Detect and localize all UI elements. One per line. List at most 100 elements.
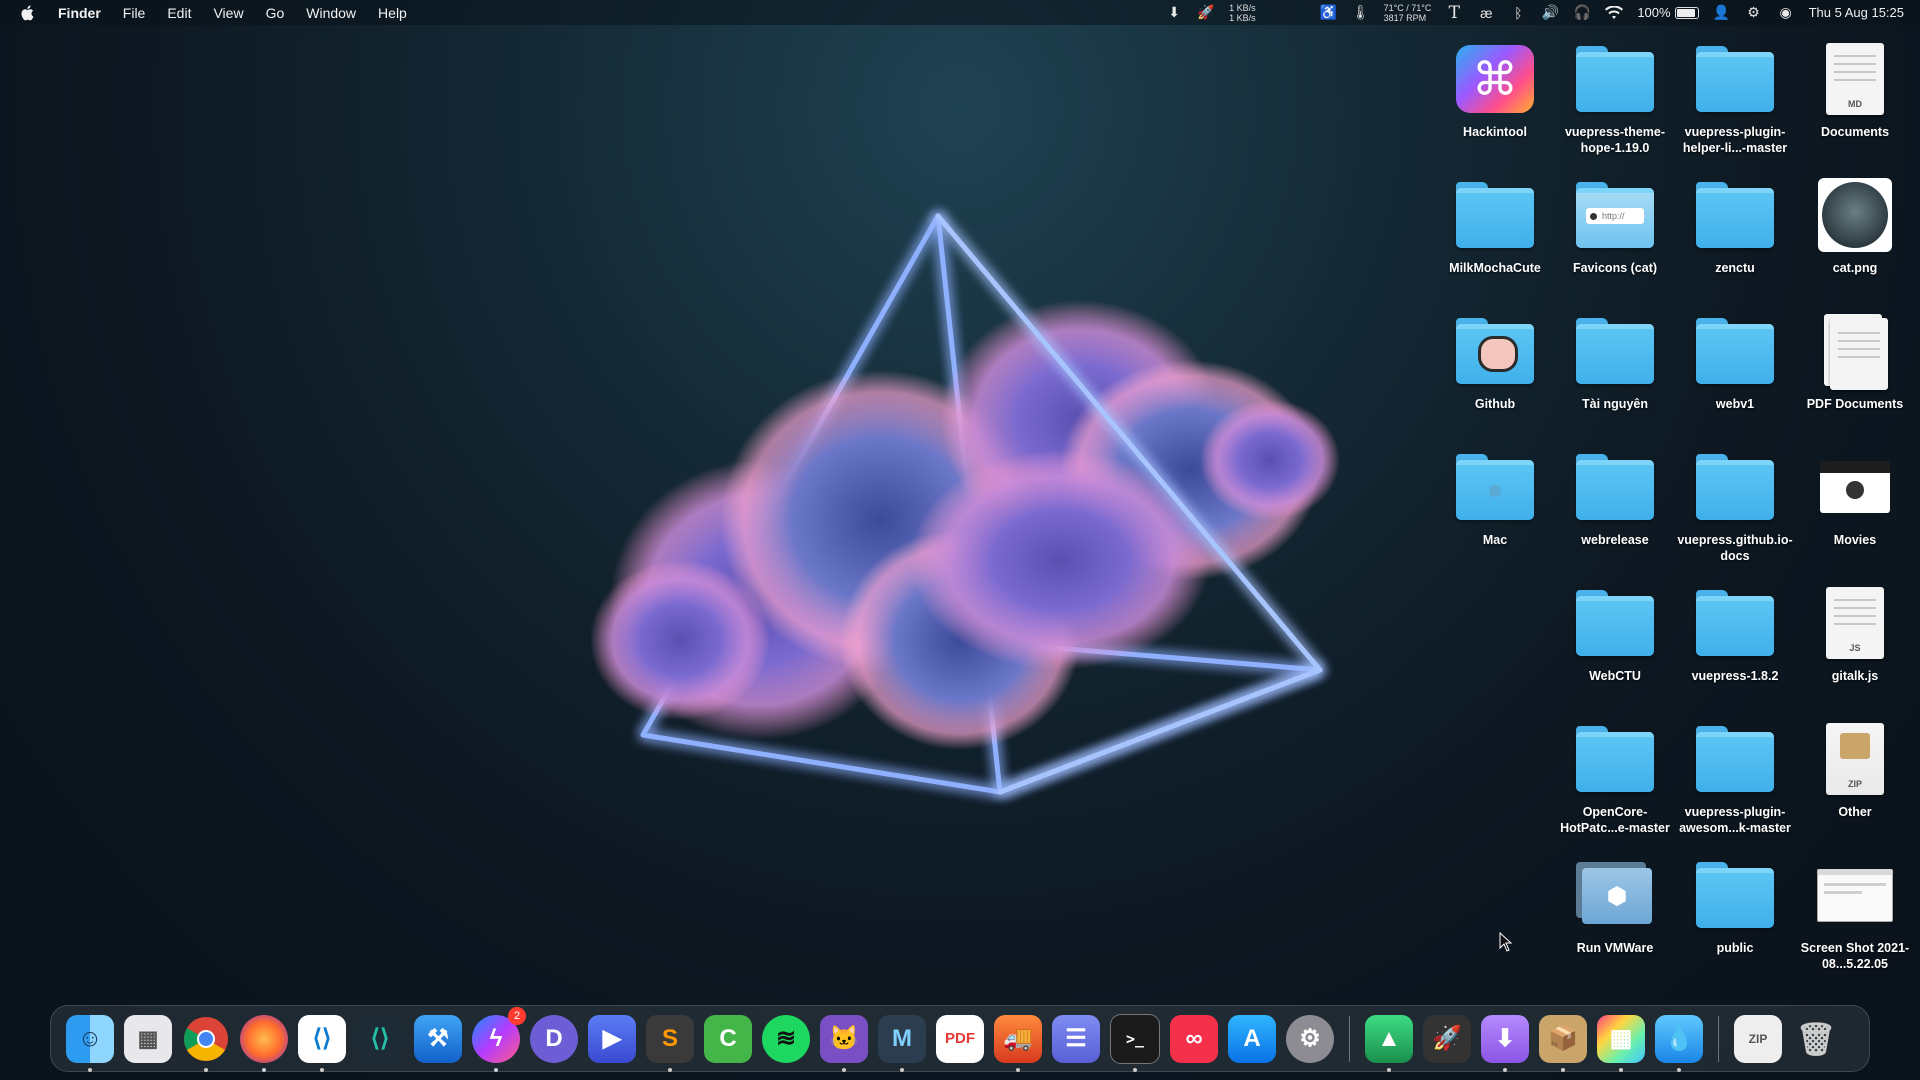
- desktop-item[interactable]: vuepress-plugin-awesom...k-master: [1675, 720, 1795, 836]
- infinity-app-icon[interactable]: ∞: [1170, 1014, 1218, 1063]
- desktop-item[interactable]: http:// Favicons (cat): [1555, 176, 1675, 276]
- file-type-tag: MD: [1848, 99, 1862, 109]
- desktop-item[interactable]: Screen Shot 2021-08...5.22.05: [1795, 856, 1915, 972]
- desktop-item-label: cat.png: [1832, 261, 1878, 275]
- menu-window[interactable]: Window: [306, 5, 356, 21]
- chrome-icon[interactable]: [182, 1015, 230, 1072]
- desktop-item-label: gitalk.js: [1831, 669, 1879, 683]
- desktop-item[interactable]: JS gitalk.js: [1795, 584, 1915, 684]
- input-source-icon[interactable]: æ: [1477, 5, 1495, 21]
- desktop-item[interactable]: public: [1675, 856, 1795, 956]
- rocket-typist-icon[interactable]: 🚀: [1423, 1014, 1471, 1063]
- desktop-item[interactable]: vuepress-theme-hope-1.19.0: [1555, 40, 1675, 156]
- infuse-player-icon[interactable]: ▶: [588, 1014, 636, 1063]
- launchpad-icon[interactable]: ▦: [124, 1014, 172, 1063]
- taska-list-icon[interactable]: ☰: [1052, 1014, 1100, 1063]
- sensor-monitor[interactable]: 71°C / 71°C 3817 RPM: [1384, 3, 1432, 23]
- desktop-item[interactable]: MilkMochaCute: [1435, 176, 1555, 276]
- apple-menu-icon[interactable]: [20, 4, 36, 22]
- archive-utility-icon[interactable]: 📦: [1539, 1014, 1587, 1072]
- desktop-item[interactable]: Tài nguyên: [1555, 312, 1675, 412]
- menu-view[interactable]: View: [213, 5, 243, 21]
- app-store-icon[interactable]: A: [1228, 1014, 1276, 1063]
- markdown-document-icon: MD: [1816, 40, 1894, 118]
- system-preferences-icon[interactable]: ⚙: [1286, 1014, 1334, 1063]
- finder-icon[interactable]: ☺: [66, 1014, 114, 1072]
- battery-status[interactable]: 100%: [1637, 5, 1699, 20]
- rocket-icon[interactable]: 🚀: [1197, 4, 1215, 21]
- desktop-item[interactable]: vuepress-1.8.2: [1675, 584, 1795, 684]
- drop-app-icon[interactable]: 💧: [1655, 1014, 1703, 1072]
- desktop-item[interactable]: vuepress.github.io-docs: [1675, 448, 1795, 564]
- terminal-icon[interactable]: >_: [1110, 1013, 1160, 1072]
- desktop-item-label: vuepress-theme-hope-1.19.0: [1564, 125, 1666, 155]
- messenger-icon[interactable]: ϟ 2: [472, 1006, 526, 1072]
- desktop-item-label: Github: [1474, 397, 1516, 411]
- menu-go[interactable]: Go: [266, 5, 285, 21]
- menu-file[interactable]: File: [123, 5, 146, 21]
- user-icon[interactable]: 👤: [1713, 4, 1731, 21]
- github-desktop-icon[interactable]: 🐱: [820, 1014, 868, 1072]
- folder-icon: [1576, 448, 1654, 526]
- control-center-icon[interactable]: ⚙: [1745, 4, 1763, 21]
- desktop-item-label: Favicons (cat): [1572, 261, 1658, 275]
- desktop-item[interactable]: webv1: [1675, 312, 1795, 412]
- file-type-tag: ZIP: [1847, 779, 1862, 789]
- desktop-item[interactable]: ⬢ Run VMWare: [1555, 856, 1675, 956]
- accessibility-icon[interactable]: ♿: [1320, 4, 1338, 21]
- spotify-icon[interactable]: ≋: [762, 1014, 810, 1063]
- coteditor-icon[interactable]: C: [704, 1014, 752, 1063]
- battery-percent: 100%: [1637, 5, 1671, 20]
- movies-thumbnail-icon: [1816, 448, 1894, 526]
- desktop-item[interactable]: vuepress-plugin-helper-li...-master: [1675, 40, 1795, 156]
- wifi-icon[interactable]: [1605, 5, 1624, 21]
- siri-icon[interactable]: ◉: [1777, 4, 1795, 21]
- desktop-item[interactable]: WebCTU: [1555, 584, 1675, 684]
- dash-icon[interactable]: D: [530, 1014, 578, 1063]
- bluetooth-icon[interactable]: ᛒ: [1509, 5, 1527, 21]
- desktop-item[interactable]: cat.png: [1795, 176, 1915, 276]
- apple-folder-icon: ●: [1456, 448, 1534, 526]
- thermometer-icon[interactable]: 🌡: [1352, 4, 1370, 21]
- desktop-item[interactable]: OpenCore-HotPatc...e-master: [1555, 720, 1675, 836]
- desktop-item[interactable]: webrelease: [1555, 448, 1675, 548]
- desktop-item-label: Mac: [1482, 533, 1508, 547]
- desktop-item[interactable]: Movies: [1795, 448, 1915, 548]
- desktop-item[interactable]: MD Documents: [1795, 40, 1915, 140]
- desktop-item-label: vuepress.github.io-docs: [1677, 533, 1793, 563]
- screens-app-icon[interactable]: ▲: [1365, 1014, 1413, 1072]
- menu-clock[interactable]: Thu 5 Aug 15:25: [1809, 5, 1904, 20]
- xcode-icon[interactable]: ⚒: [414, 1014, 462, 1063]
- pdf-stack-icon: [1816, 312, 1894, 390]
- desktop-item[interactable]: ZIP Other: [1795, 720, 1915, 820]
- download-status-icon[interactable]: ⬇: [1165, 4, 1183, 21]
- firefox-icon[interactable]: [240, 1014, 288, 1072]
- folder-icon: [1456, 176, 1534, 254]
- volume-icon[interactable]: 🔊: [1541, 4, 1559, 21]
- temperature-readout: 71°C / 71°C: [1383, 2, 1432, 13]
- mweb-editor-icon[interactable]: M: [878, 1014, 926, 1072]
- headphones-icon[interactable]: 🎧: [1573, 4, 1591, 21]
- desktop-item[interactable]: ⌘ Hackintool: [1435, 40, 1555, 140]
- menu-help[interactable]: Help: [378, 5, 407, 21]
- network-monitor[interactable]: 1 KB/s 1 KB/s: [1229, 3, 1256, 23]
- desktop-item[interactable]: zenctu: [1675, 176, 1795, 276]
- menu-edit[interactable]: Edit: [167, 5, 191, 21]
- zip-stack-icon[interactable]: ZIP: [1734, 1014, 1782, 1063]
- folder-icon: [1696, 312, 1774, 390]
- text-input-icon[interactable]: T: [1445, 3, 1463, 23]
- desktop-item-label: vuepress-1.8.2: [1691, 669, 1779, 683]
- sublime-text-icon[interactable]: S: [646, 1014, 694, 1072]
- vscode-insiders-icon[interactable]: ⟨⟩: [356, 1014, 404, 1063]
- desktop-item[interactable]: PDF Documents: [1795, 312, 1915, 412]
- app-menu-finder[interactable]: Finder: [58, 5, 101, 21]
- transmit-icon[interactable]: 🚚: [994, 1014, 1042, 1072]
- desktop-item[interactable]: Github: [1435, 312, 1555, 412]
- downloads-folder-icon[interactable]: ⬇: [1481, 1014, 1529, 1072]
- colorful-grid-app-icon[interactable]: ▦: [1597, 1014, 1645, 1072]
- desktop-item[interactable]: ● Mac: [1435, 448, 1555, 548]
- trash-icon[interactable]: 🗑: [1792, 1015, 1840, 1063]
- pdf-expert-icon[interactable]: PDF: [936, 1014, 984, 1063]
- battery-icon: [1674, 6, 1699, 19]
- vscode-icon[interactable]: ⟨⟩: [298, 1014, 346, 1072]
